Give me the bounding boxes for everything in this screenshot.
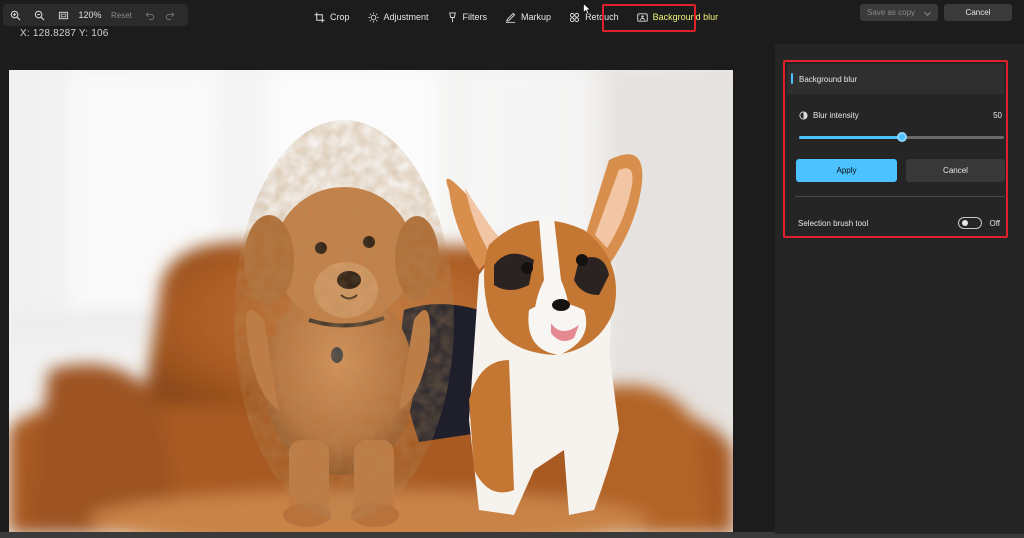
background-blur-icon bbox=[636, 12, 648, 22]
undo-icon bbox=[145, 12, 155, 20]
fit-to-screen-button[interactable] bbox=[51, 4, 75, 26]
zoom-in-button[interactable] bbox=[3, 4, 27, 26]
toggle-knob bbox=[962, 220, 968, 226]
fit-screen-icon bbox=[58, 11, 68, 19]
image-canvas[interactable] bbox=[9, 70, 733, 534]
crop-icon bbox=[314, 11, 325, 23]
blur-intensity-value: 50 bbox=[993, 111, 1002, 120]
zoom-level[interactable]: 120% bbox=[75, 10, 105, 20]
mouse-pointer-icon bbox=[583, 3, 591, 15]
tab-label: Crop bbox=[330, 12, 350, 22]
background-blur-header[interactable]: Background blur bbox=[787, 64, 1004, 94]
retouch-icon bbox=[569, 12, 580, 22]
background-blur-panel: Background blur Blur intensity 50 Apply … bbox=[783, 60, 1008, 238]
divider bbox=[795, 196, 1005, 197]
selection-brush-toggle[interactable] bbox=[958, 217, 982, 229]
tab-label: Markup bbox=[521, 12, 552, 22]
zoom-toolbar: 120% Reset bbox=[3, 4, 188, 26]
tab-retouch[interactable]: Retouch bbox=[560, 6, 628, 28]
tab-label: Adjustment bbox=[383, 12, 429, 22]
zoom-in-icon bbox=[10, 10, 20, 20]
tab-adjustment[interactable]: Adjustment bbox=[359, 6, 438, 28]
tab-crop[interactable]: Crop bbox=[305, 6, 359, 28]
redo-button[interactable] bbox=[160, 4, 180, 26]
tab-filters[interactable]: Filters bbox=[438, 6, 497, 28]
cancel-button[interactable]: Cancel bbox=[906, 159, 1005, 182]
chevron-down-icon[interactable] bbox=[923, 8, 932, 17]
pen-icon bbox=[505, 12, 516, 23]
blur-intensity-slider[interactable] bbox=[799, 132, 1004, 142]
toggle-state-label: Off bbox=[989, 219, 1000, 228]
blur-intensity-label: Blur intensity bbox=[813, 111, 859, 120]
save-as-copy-button[interactable]: Save as copy bbox=[860, 4, 938, 21]
tab-label: Filters bbox=[462, 12, 488, 22]
zoom-out-button[interactable] bbox=[27, 4, 51, 26]
panel-title: Background blur bbox=[799, 74, 858, 84]
contrast-icon bbox=[799, 111, 808, 120]
cursor-coordinates: X: 128.8287 Y: 106 bbox=[20, 28, 109, 39]
selection-brush-label: Selection brush tool bbox=[798, 219, 869, 228]
tab-markup[interactable]: Markup bbox=[496, 6, 560, 28]
redo-icon bbox=[165, 12, 175, 20]
apply-button[interactable]: Apply bbox=[796, 159, 897, 182]
cancel-edit-button[interactable]: Cancel bbox=[944, 4, 1012, 21]
brightness-icon bbox=[367, 11, 379, 23]
tool-tabs: Crop Adjustment Filters Markup Retouch B… bbox=[305, 5, 727, 29]
slider-thumb[interactable] bbox=[896, 132, 907, 142]
zoom-out-icon bbox=[34, 10, 44, 20]
filter-icon bbox=[448, 11, 456, 22]
undo-button[interactable] bbox=[140, 4, 160, 26]
tab-background-blur[interactable]: Background blur bbox=[628, 6, 728, 28]
save-as-copy-label: Save as copy bbox=[867, 8, 916, 17]
selection-brush-row: Selection brush tool Off bbox=[798, 217, 1002, 229]
slider-fill bbox=[799, 136, 902, 139]
tab-label: Background blur bbox=[652, 12, 719, 22]
blur-intensity-row: Blur intensity 50 bbox=[799, 111, 1002, 120]
photo-dogs-on-chair bbox=[9, 70, 733, 534]
reset-button[interactable]: Reset bbox=[111, 11, 132, 20]
